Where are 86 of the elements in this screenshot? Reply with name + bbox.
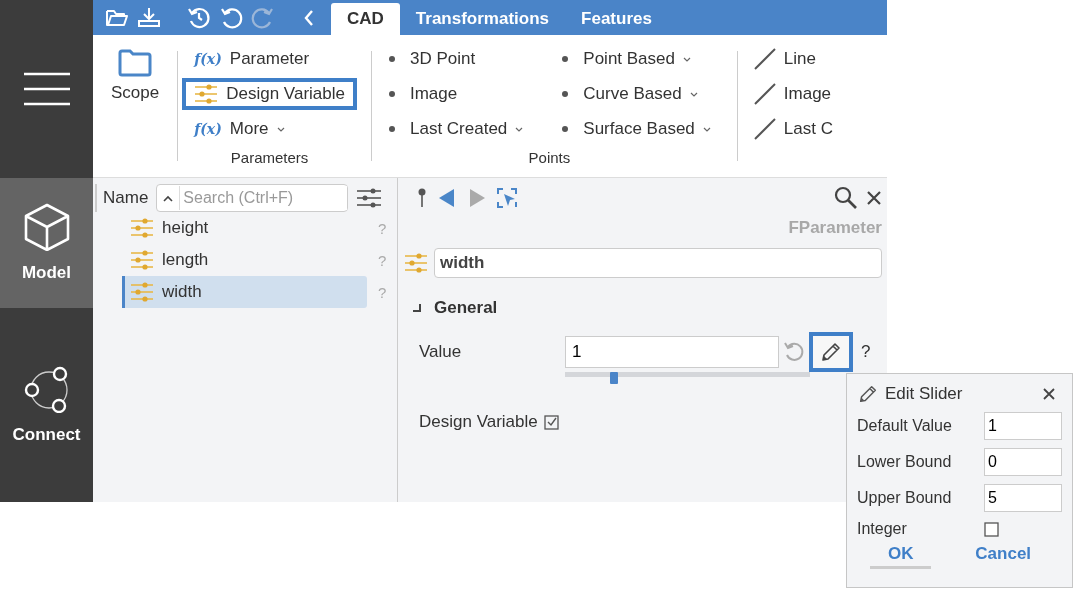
slider-icon	[130, 282, 154, 302]
bullet-icon	[561, 90, 570, 98]
ribbon-item[interactable]: Surface Based	[549, 113, 723, 145]
close-icon	[1042, 387, 1056, 401]
line-icon	[753, 48, 776, 70]
group-label: Parameters	[229, 149, 310, 166]
number-field[interactable]: 1	[984, 412, 1062, 440]
number-field[interactable]: 5	[984, 484, 1062, 512]
network-icon	[23, 365, 70, 413]
collapse-icon	[412, 303, 422, 313]
type-label: FParameter	[787, 218, 882, 238]
ribbon-item[interactable]: Design Variable	[182, 78, 357, 110]
bullet-icon	[387, 55, 396, 63]
function-icon: f(x)	[194, 51, 222, 67]
search-button[interactable]	[834, 186, 858, 210]
connect-tab[interactable]: Connect	[0, 308, 93, 502]
ribbon-item[interactable]: f(x) More	[182, 113, 357, 145]
ribbon-item[interactable]: Image	[375, 78, 536, 110]
group-label: Points	[527, 149, 572, 166]
popup-title: Edit Slider	[885, 384, 963, 404]
select-target-icon	[496, 187, 518, 209]
pin-icon	[416, 187, 428, 209]
tree-item[interactable]: length	[124, 244, 367, 276]
ribbon-item[interactable]: Last Created	[375, 113, 536, 145]
dialog-button[interactable]: OK	[869, 542, 932, 569]
bullet-icon	[387, 125, 396, 133]
line-icon	[753, 83, 776, 105]
column-header[interactable]: Name	[103, 188, 149, 208]
field-label: Default Value	[857, 417, 953, 435]
close-button[interactable]	[866, 190, 882, 206]
tree-item[interactable]: width	[122, 276, 367, 308]
search-field[interactable]: Search (Ctrl+F)	[156, 184, 349, 212]
download-icon	[137, 5, 161, 30]
tree-item[interactable]: height	[124, 212, 367, 244]
pencil-icon	[819, 340, 843, 364]
section-header[interactable]: General	[406, 298, 882, 318]
slider-icon	[130, 218, 154, 238]
dialog-button[interactable]: Cancel	[957, 542, 1050, 569]
field-label: Lower Bound	[857, 453, 953, 471]
field-label: Upper Bound	[857, 489, 953, 507]
checked-checkbox-icon[interactable]	[543, 414, 559, 430]
caret-up-icon	[163, 194, 174, 202]
function-icon: f(x)	[194, 121, 222, 137]
ribbon-item[interactable]: Curve Based	[549, 78, 723, 110]
line-icon	[753, 118, 776, 140]
reset-icon	[783, 341, 805, 363]
ribbon-item[interactable]: f(x) Parameter	[182, 43, 357, 75]
ribbon-item[interactable]: Line	[741, 43, 845, 75]
field-label: Value	[419, 342, 463, 362]
ribbon-item[interactable]: Image	[741, 78, 845, 110]
checkbox-icon[interactable]	[984, 521, 999, 537]
close-icon	[866, 190, 882, 206]
ribbon-item[interactable]: 3D Point	[375, 43, 536, 75]
cube-icon	[23, 203, 70, 251]
help-mark[interactable]: ?	[861, 342, 871, 362]
ribbon-tab[interactable]: Features	[565, 3, 668, 35]
name-field[interactable]: width	[434, 248, 882, 278]
ribbon-tab[interactable]: Transformations	[399, 3, 566, 35]
pencil-icon	[857, 383, 879, 405]
folder-icon	[118, 49, 153, 77]
slider-icon	[404, 253, 428, 273]
checkbox-label: Design Variable	[419, 412, 538, 432]
checkbox-label: Integer	[857, 520, 908, 538]
filter-button[interactable]	[356, 187, 383, 209]
bullet-icon	[561, 55, 570, 63]
ribbon-tab[interactable]: CAD	[331, 3, 400, 35]
undo-icon	[219, 5, 243, 30]
model-tab[interactable]: Model	[0, 178, 93, 308]
filter-icon	[356, 187, 383, 209]
bullet-icon	[561, 125, 570, 133]
slider-icon	[130, 250, 154, 270]
bullet-icon	[387, 90, 396, 98]
history-icon	[187, 5, 211, 30]
pin-button[interactable]	[416, 187, 428, 209]
menu-icon	[22, 72, 71, 106]
edit-button[interactable]	[809, 332, 853, 372]
number-field[interactable]: 0	[984, 448, 1062, 476]
scope-button[interactable]: Scope	[93, 35, 168, 177]
ribbon-item[interactable]: Last C	[741, 113, 845, 145]
value-field[interactable]: 1	[565, 336, 779, 368]
search-icon	[834, 186, 858, 210]
select-target-button[interactable]	[496, 187, 518, 209]
slider-thumb[interactable]	[610, 372, 618, 384]
ribbon-item[interactable]: Point Based	[549, 43, 723, 75]
slider-icon	[194, 84, 219, 104]
redo-icon	[251, 5, 275, 30]
